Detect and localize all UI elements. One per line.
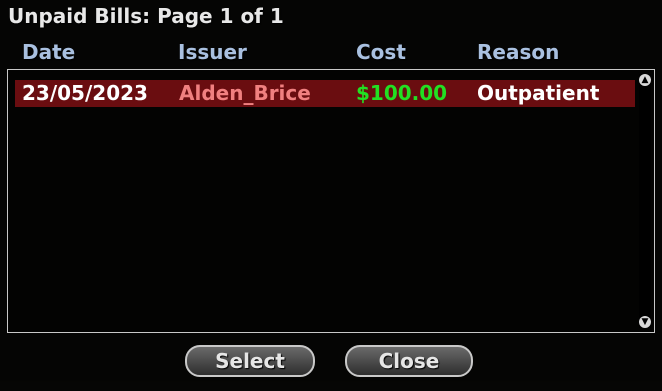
bill-reason: Outpatient <box>477 81 600 105</box>
scroll-up-icon[interactable]: ▲ <box>639 74 651 86</box>
dialog-title: Unpaid Bills: Page 1 of 1 <box>8 4 284 28</box>
column-header-reason: Reason <box>477 40 560 64</box>
column-header-date: Date <box>22 40 76 64</box>
unpaid-bills-dialog: Unpaid Bills: Page 1 of 1 Date Issuer Co… <box>0 0 662 391</box>
scroll-down-icon[interactable]: ▼ <box>639 316 651 328</box>
column-header-cost: Cost <box>356 40 406 64</box>
column-header-issuer: Issuer <box>178 40 247 64</box>
vertical-scrollbar[interactable]: ▲ ▼ <box>639 74 651 328</box>
bill-issuer: Alden_Brice <box>179 81 311 105</box>
bill-date: 23/05/2023 <box>22 81 148 105</box>
bills-list[interactable]: 23/05/2023 Alden_Brice $100.00 Outpatien… <box>7 69 655 333</box>
bill-row[interactable]: 23/05/2023 Alden_Brice $100.00 Outpatien… <box>15 80 635 107</box>
select-button[interactable]: Select <box>185 345 315 377</box>
bill-cost: $100.00 <box>356 81 448 105</box>
close-button[interactable]: Close <box>345 345 473 377</box>
